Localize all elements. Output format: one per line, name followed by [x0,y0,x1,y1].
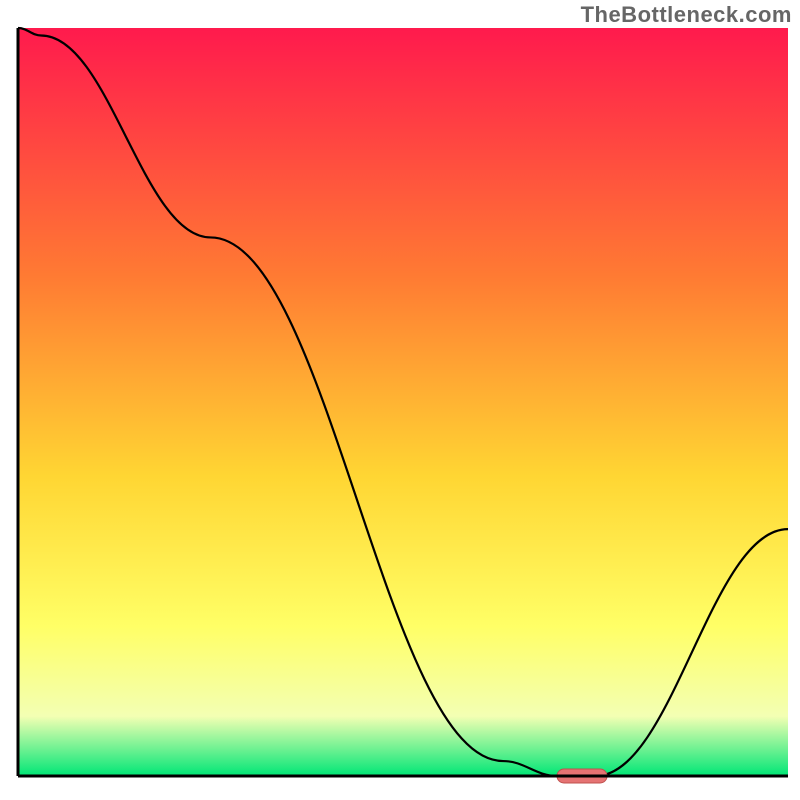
gradient-background [18,28,788,776]
bottleneck-chart [0,0,800,800]
watermark-text: TheBottleneck.com [581,2,792,28]
chart-container: TheBottleneck.com [0,0,800,800]
